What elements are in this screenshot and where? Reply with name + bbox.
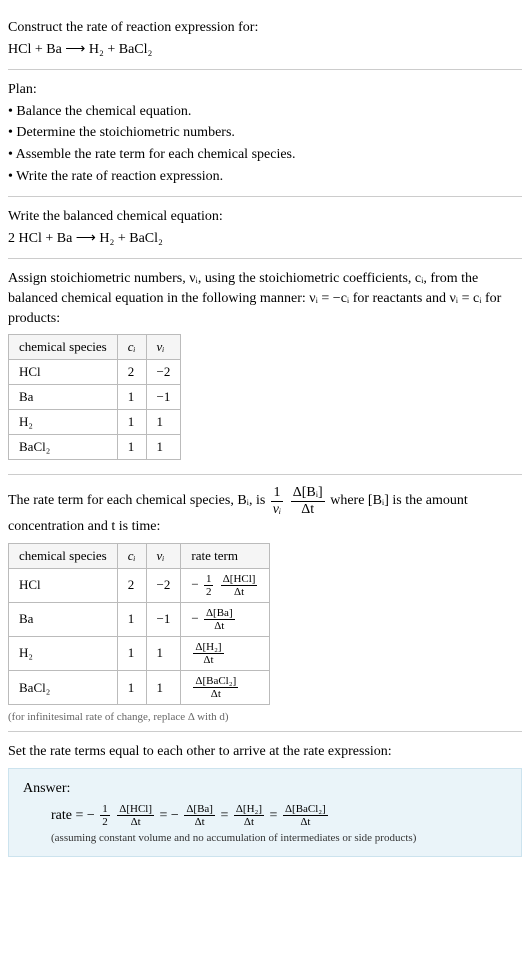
cell-rate: Δ[H₂]Δt	[181, 636, 270, 670]
cell-species: Ba	[9, 385, 118, 410]
cell-species: H₂	[9, 410, 118, 435]
cell-c: 2	[117, 360, 146, 385]
col-nu: νᵢ	[146, 335, 181, 360]
header-equation: HCl + Ba ⟶ H₂ + BaCl₂	[8, 40, 522, 60]
table-header-row: chemical species cᵢ νᵢ rate term	[9, 543, 270, 568]
col-species: chemical species	[9, 335, 118, 360]
balanced-section: Write the balanced chemical equation: 2 …	[8, 197, 522, 259]
col-nu: νᵢ	[146, 543, 181, 568]
rateterm-section: The rate term for each chemical species,…	[8, 475, 522, 732]
table-row: BaCl₂ 1 1 Δ[BaCl₂]Δt	[9, 671, 270, 705]
table-row: H₂ 1 1	[9, 410, 181, 435]
table-row: H₂ 1 1 Δ[H₂]Δt	[9, 636, 270, 670]
col-rate: rate term	[181, 543, 270, 568]
cell-c: 1	[117, 602, 146, 636]
answer-equation: rate = − 12 Δ[HCl]Δt = − Δ[Ba]Δt = Δ[H₂]…	[51, 803, 507, 828]
col-c: cᵢ	[117, 543, 146, 568]
header-title: Construct the rate of reaction expressio…	[8, 18, 522, 38]
final-intro: Set the rate terms equal to each other t…	[8, 742, 522, 762]
balanced-title: Write the balanced chemical equation:	[8, 207, 522, 227]
table-row: Ba 1 −1	[9, 385, 181, 410]
cell-nu: 1	[146, 435, 181, 460]
cell-c: 1	[117, 385, 146, 410]
cell-rate: − 12 Δ[HCl]Δt	[181, 568, 270, 602]
cell-c: 1	[117, 435, 146, 460]
cell-nu: 1	[146, 410, 181, 435]
plan-section: Plan: • Balance the chemical equation. •…	[8, 70, 522, 197]
plan-item: • Determine the stoichiometric numbers.	[8, 123, 522, 143]
cell-c: 1	[117, 410, 146, 435]
rateterm-table: chemical species cᵢ νᵢ rate term HCl 2 −…	[8, 543, 270, 706]
cell-nu: −1	[146, 602, 181, 636]
rateterm-intro: The rate term for each chemical species,…	[8, 485, 522, 536]
rateterm-frac1: 1 νᵢ	[271, 485, 283, 517]
cell-species: Ba	[9, 602, 118, 636]
cell-rate: Δ[BaCl₂]Δt	[181, 671, 270, 705]
balanced-equation: 2 HCl + Ba ⟶ H₂ + BaCl₂	[8, 229, 522, 249]
plan-item: • Assemble the rate term for each chemic…	[8, 145, 522, 165]
answer-label: Answer:	[23, 781, 507, 797]
stoich-section: Assign stoichiometric numbers, νᵢ, using…	[8, 259, 522, 475]
cell-species: H₂	[9, 636, 118, 670]
stoich-table: chemical species cᵢ νᵢ HCl 2 −2 Ba 1 −1 …	[8, 334, 181, 460]
cell-nu: −2	[146, 568, 181, 602]
cell-species: HCl	[9, 568, 118, 602]
table-row: HCl 2 −2	[9, 360, 181, 385]
answer-note: (assuming constant volume and no accumul…	[51, 832, 507, 844]
table-row: Ba 1 −1 − Δ[Ba]Δt	[9, 602, 270, 636]
cell-nu: 1	[146, 636, 181, 670]
cell-species: BaCl₂	[9, 435, 118, 460]
plan-title: Plan:	[8, 80, 522, 100]
rateterm-note: (for infinitesimal rate of change, repla…	[8, 711, 522, 723]
header-section: Construct the rate of reaction expressio…	[8, 8, 522, 70]
table-row: BaCl₂ 1 1	[9, 435, 181, 460]
cell-nu: −2	[146, 360, 181, 385]
col-species: chemical species	[9, 543, 118, 568]
answer-box: Answer: rate = − 12 Δ[HCl]Δt = − Δ[Ba]Δt…	[8, 768, 522, 857]
rateterm-frac2: Δ[Bᵢ] Δt	[291, 485, 325, 517]
cell-species: BaCl₂	[9, 671, 118, 705]
table-header-row: chemical species cᵢ νᵢ	[9, 335, 181, 360]
cell-c: 2	[117, 568, 146, 602]
plan-item: • Balance the chemical equation.	[8, 102, 522, 122]
cell-nu: −1	[146, 385, 181, 410]
final-section: Set the rate terms equal to each other t…	[8, 732, 522, 865]
stoich-intro: Assign stoichiometric numbers, νᵢ, using…	[8, 269, 522, 328]
cell-c: 1	[117, 636, 146, 670]
cell-c: 1	[117, 671, 146, 705]
cell-nu: 1	[146, 671, 181, 705]
cell-rate: − Δ[Ba]Δt	[181, 602, 270, 636]
cell-species: HCl	[9, 360, 118, 385]
table-row: HCl 2 −2 − 12 Δ[HCl]Δt	[9, 568, 270, 602]
col-c: cᵢ	[117, 335, 146, 360]
plan-item: • Write the rate of reaction expression.	[8, 167, 522, 187]
